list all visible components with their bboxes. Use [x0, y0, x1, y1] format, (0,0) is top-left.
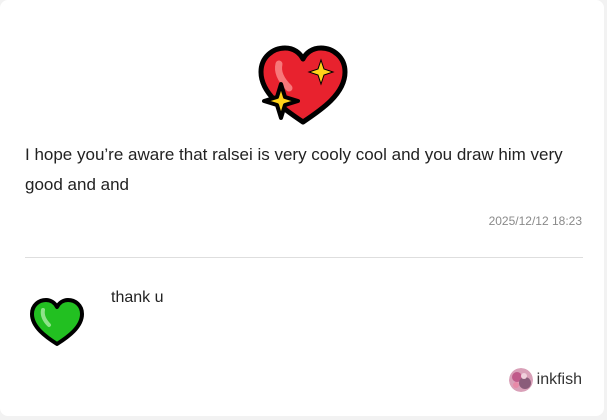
author-link[interactable]: inkfish	[508, 368, 582, 392]
answer-text: thank u	[111, 289, 164, 306]
qa-card: I hope you’re aware that ralsei is very …	[0, 0, 604, 416]
timestamp: 2025/12/12 18:23	[488, 214, 582, 228]
sparkling-heart-icon	[258, 45, 348, 125]
question-text: I hope you’re aware that ralsei is very …	[25, 145, 563, 194]
avatar[interactable]	[508, 368, 533, 392]
divider	[25, 257, 583, 258]
author-name[interactable]: inkfish	[537, 371, 582, 389]
green-heart-icon	[30, 298, 84, 346]
